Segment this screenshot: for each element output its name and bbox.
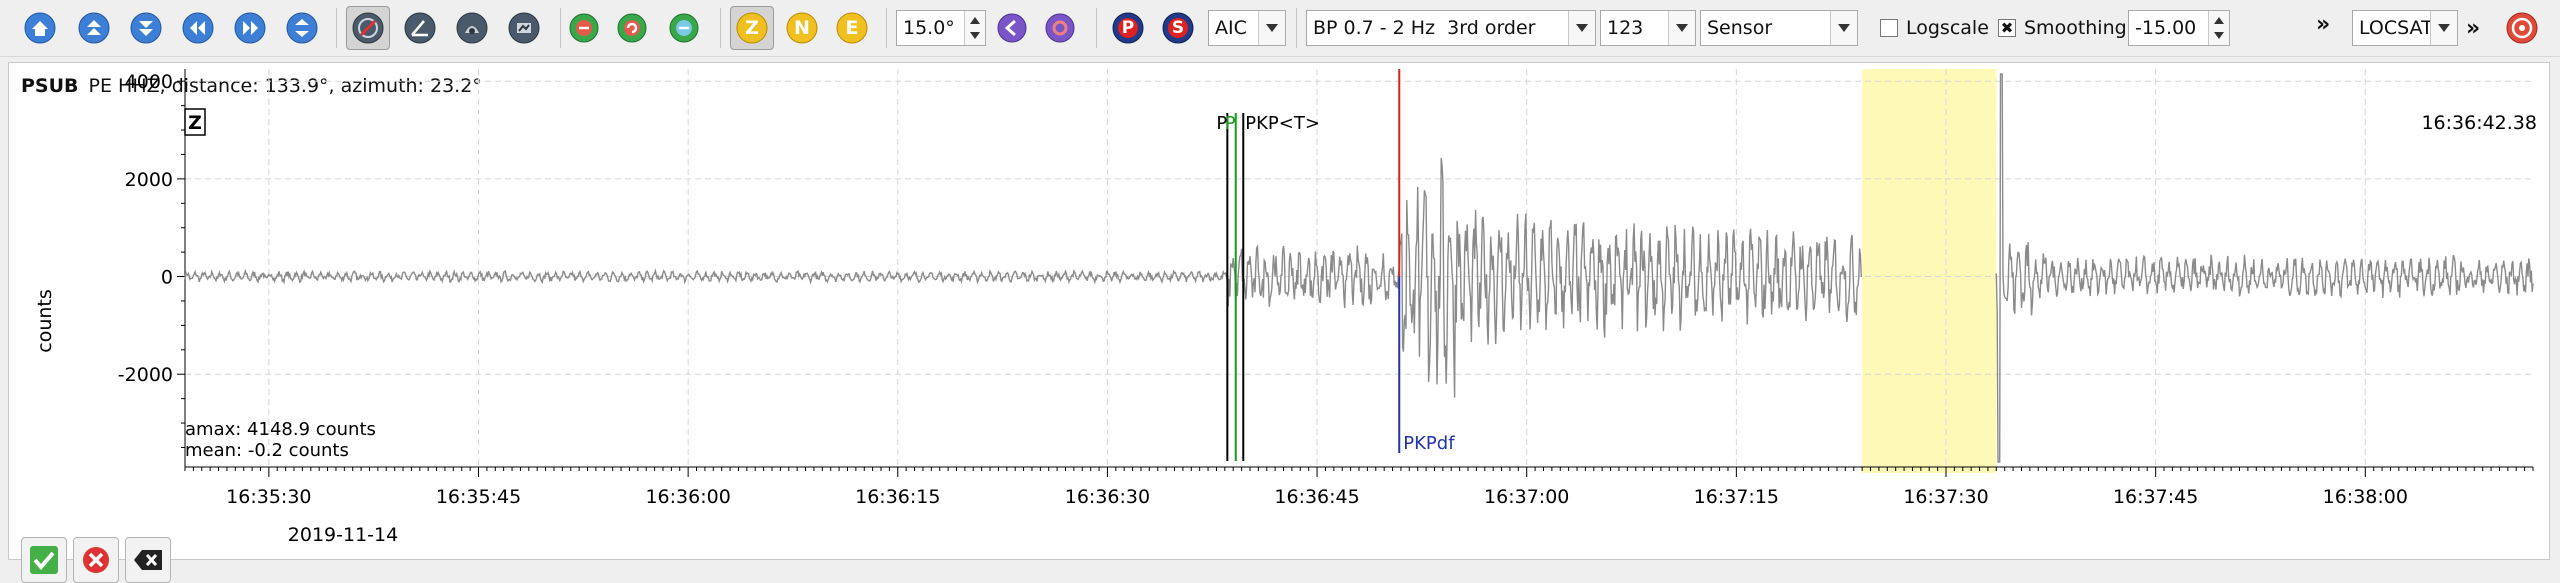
filter-integrate-button[interactable] <box>662 6 706 50</box>
scroll-up-button[interactable] <box>72 6 116 50</box>
x-tick-label: 16:36:00 <box>645 486 730 508</box>
locator-combo[interactable]: LOCSAT <box>2352 10 2458 46</box>
y-tick-label: 4000 <box>125 71 173 93</box>
filter-integrate-icon <box>669 13 699 43</box>
amax-label: amax: 4148.9 counts <box>185 419 376 440</box>
trace-panel: PSUB PE HHZ, distance: 133.9°, azimuth: 2… <box>8 62 2550 583</box>
home-icon <box>24 12 56 44</box>
accept-icon <box>30 546 58 574</box>
top-time-label: 16:36:42.38 <box>2421 112 2537 134</box>
rotate-lqt-button[interactable] <box>450 6 494 50</box>
x-tick-label: 16:36:30 <box>1065 486 1150 508</box>
date-label: 2019-11-14 <box>288 524 398 546</box>
mean-label: mean: -0.2 counts <box>185 440 349 461</box>
smoothing-checkbox[interactable]: ✖ Smoothing <box>1998 14 2127 42</box>
azimuth-spinbox[interactable]: 15.0° <box>896 10 986 46</box>
rotate-left-icon <box>997 13 1027 43</box>
x-tick-label: 16:38:00 <box>2323 486 2408 508</box>
pick-label: P <box>1225 113 1236 134</box>
filter-toggle-button[interactable] <box>562 6 606 50</box>
seismogram-trace <box>184 73 2534 463</box>
x-tick-label: 16:35:30 <box>226 486 311 508</box>
highlight-window <box>1862 69 1997 473</box>
y-tick-label: -2000 <box>118 364 173 386</box>
chevron-down-icon <box>1830 11 1857 45</box>
rotate-right-button[interactable] <box>1038 6 1082 50</box>
pick-p-button[interactable]: P <box>1106 6 1150 50</box>
toolbar: Z N E 15.0° P S AIC BP 0.7 - 2 Hz 3rd or… <box>0 0 2560 57</box>
chevron-down-icon <box>1258 11 1285 45</box>
target-icon <box>2506 12 2538 44</box>
scroll-up-icon <box>78 12 110 44</box>
chevron-down-icon <box>1668 11 1695 45</box>
scroll-right-icon <box>234 12 266 44</box>
filter-combo[interactable]: BP 0.7 - 2 Hz 3rd order <box>1306 10 1596 46</box>
toolbar-overflow-button[interactable]: » <box>2316 12 2330 37</box>
scroll-down-icon <box>130 12 162 44</box>
y-axis-label: counts <box>34 289 56 353</box>
filter-cycle-icon <box>617 13 647 43</box>
pick-label: PKP<T> <box>1245 113 1320 134</box>
filter-cycle-button[interactable] <box>610 6 654 50</box>
zoom-fit-icon <box>286 12 318 44</box>
seismogram-plot[interactable]: 4000 2000 0 -2000 16:35:30 16:35:45 16:36:00 16… <box>9 63 2549 559</box>
scroll-left-icon <box>182 12 214 44</box>
x-tick-label: 16:36:45 <box>1274 486 1359 508</box>
no-rotation-icon <box>352 12 384 44</box>
x-tick-label: 16:37:15 <box>1694 486 1779 508</box>
scroll-down-button[interactable] <box>124 6 168 50</box>
component-e-button[interactable]: E <box>830 6 874 50</box>
zoom-fit-button[interactable] <box>280 6 324 50</box>
rotate-lqt-icon <box>456 12 488 44</box>
sensor-combo[interactable]: Sensor <box>1700 10 1858 46</box>
locate-button[interactable] <box>2500 6 2544 50</box>
component-n-button[interactable]: N <box>780 6 824 50</box>
rotate-zrt-icon <box>404 12 436 44</box>
accept-button[interactable] <box>21 537 67 583</box>
x-tick-label: 16:37:00 <box>1484 486 1569 508</box>
smoothing-spinbox[interactable]: -15.00 <box>2128 10 2230 46</box>
x-tick-label: 16:37:45 <box>2113 486 2198 508</box>
rotate-zrt-button[interactable] <box>398 6 442 50</box>
smoothing-spin-arrows[interactable] <box>2208 11 2229 45</box>
rotate-right-icon <box>1045 13 1075 43</box>
logscale-checkbox[interactable]: Logscale <box>1880 14 1989 42</box>
chevron-down-icon <box>1568 11 1595 45</box>
rotate-left-button[interactable] <box>990 6 1034 50</box>
azimuth-value: 15.0° <box>903 17 955 39</box>
pkpdf-label: PKPdf <box>1403 433 1455 454</box>
chevron-down-icon <box>2430 11 2457 45</box>
smoothing-checkbox-box: ✖ <box>1998 19 2016 37</box>
component-z-button[interactable]: Z <box>730 6 774 50</box>
toolbar-overflow-button-2[interactable]: » <box>2466 16 2480 41</box>
pick-s-button[interactable]: S <box>1156 6 1200 50</box>
no-rotation-button[interactable] <box>346 6 390 50</box>
x-tick-label: 16:36:15 <box>855 486 940 508</box>
home-button[interactable] <box>18 6 62 50</box>
component-label: Z <box>188 112 202 134</box>
reject-button[interactable] <box>73 537 119 583</box>
filter-toggle-icon <box>569 13 599 43</box>
x-tick-label: 16:37:30 <box>1903 486 1988 508</box>
reject-icon <box>83 547 109 573</box>
logscale-checkbox-box <box>1880 19 1898 37</box>
scroll-right-button[interactable] <box>228 6 272 50</box>
remove-icon <box>134 550 162 570</box>
x-tick-label: 16:35:45 <box>436 486 521 508</box>
extra-combo[interactable]: 123 <box>1600 10 1696 46</box>
y-tick-label: 0 <box>161 267 173 289</box>
azimuth-spin-arrows[interactable] <box>964 11 985 45</box>
picker-combo[interactable]: AIC <box>1208 10 1286 46</box>
rotate-zne-button[interactable] <box>502 6 546 50</box>
y-tick-label: 2000 <box>125 169 173 191</box>
scroll-left-button[interactable] <box>176 6 220 50</box>
remove-button[interactable] <box>125 537 171 583</box>
rotate-zne-icon <box>508 12 540 44</box>
